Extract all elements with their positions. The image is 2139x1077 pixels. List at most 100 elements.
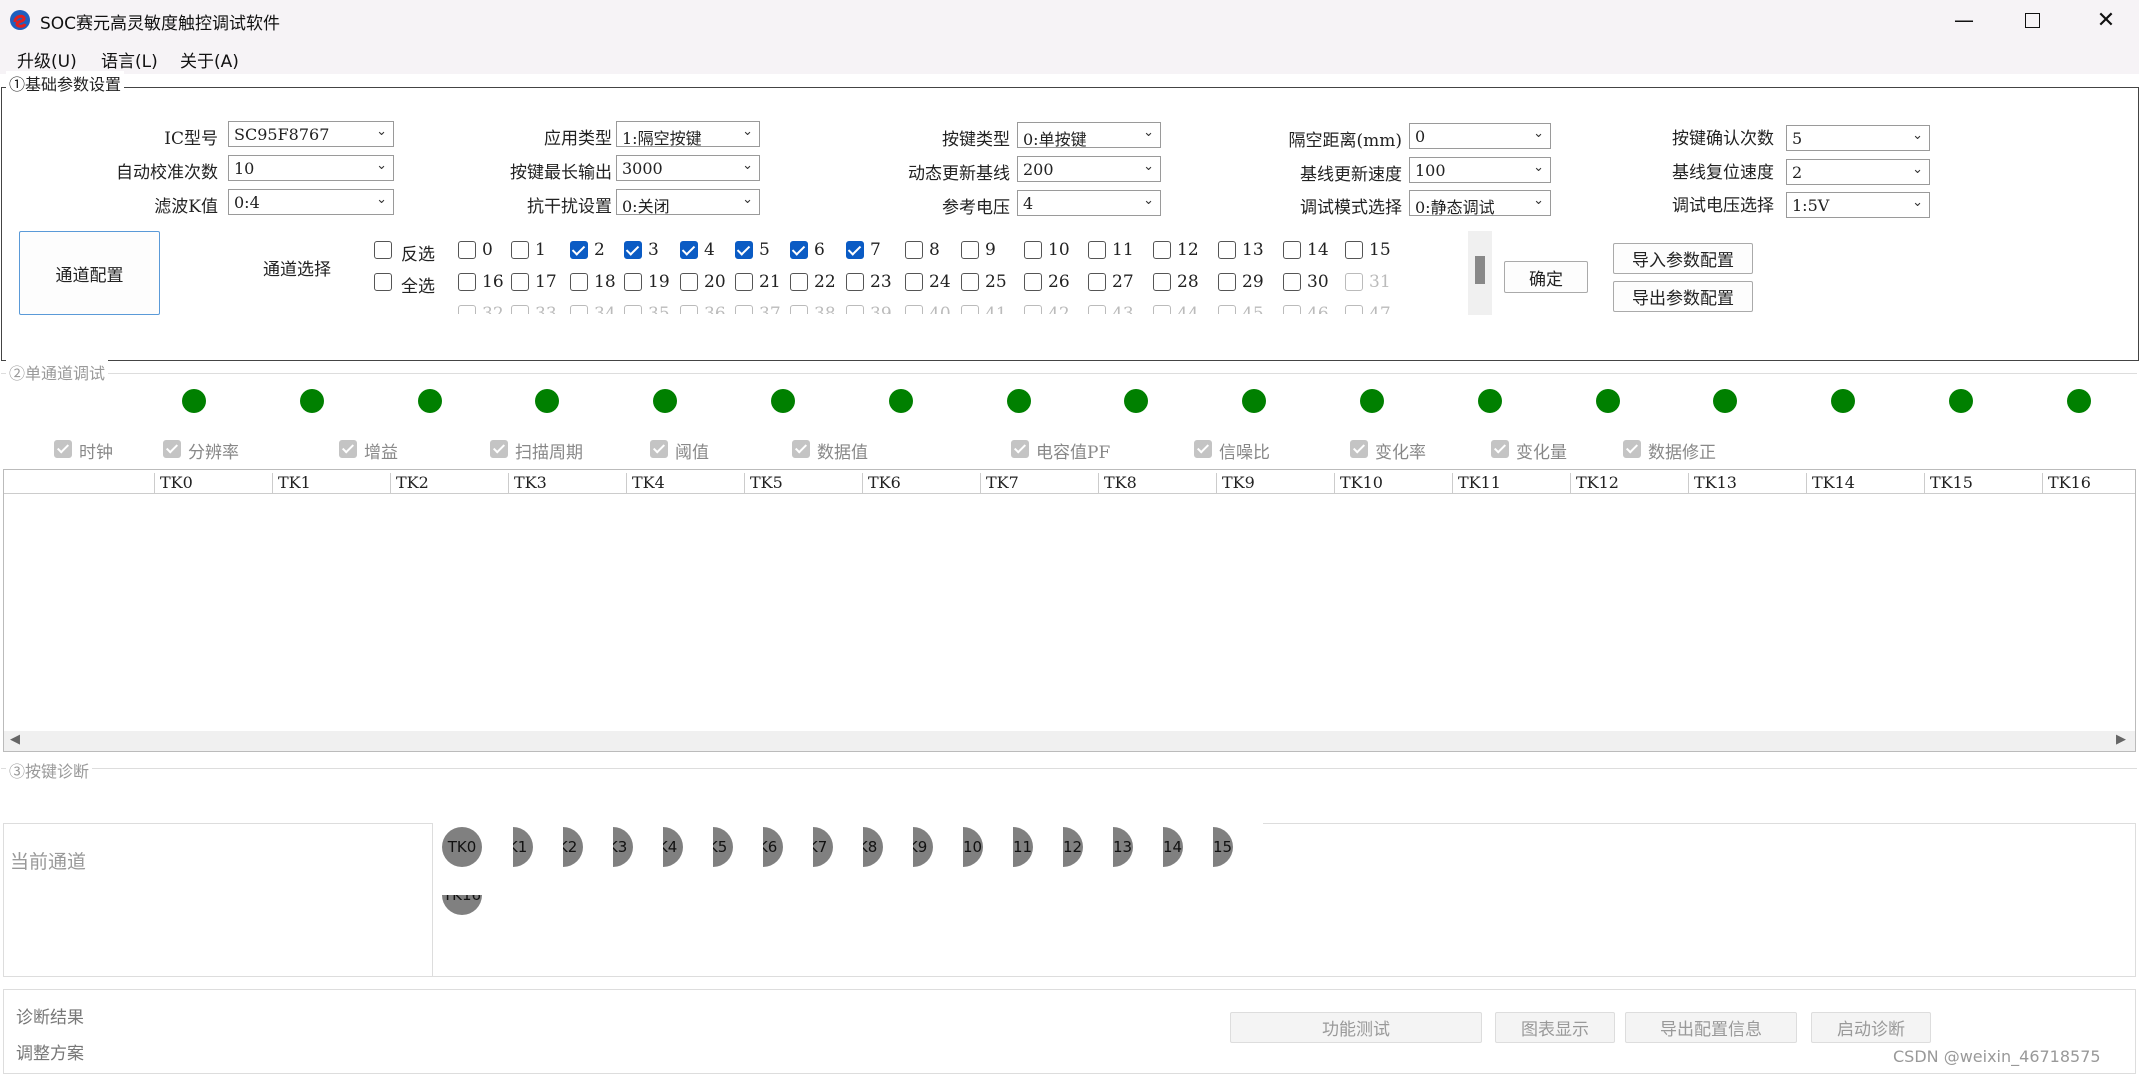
channel-checkbox[interactable] <box>735 241 753 259</box>
baseline-reset-select[interactable]: 2 ⌄ <box>1786 159 1930 185</box>
minimize-button[interactable]: — <box>1931 0 1997 40</box>
dynamic-baseline-select[interactable]: 200 ⌄ <box>1017 156 1161 182</box>
channel-checkbox[interactable] <box>680 241 698 259</box>
channel-checkbox[interactable] <box>1218 241 1236 259</box>
distance-select[interactable]: 0 ⌄ <box>1409 123 1551 149</box>
channel-checkbox[interactable] <box>458 241 476 259</box>
channel-scrollbar[interactable] <box>1468 231 1492 315</box>
channel-checkbox[interactable] <box>846 273 864 291</box>
channel-checkbox[interactable] <box>1024 273 1042 291</box>
menu-about[interactable]: 关于(A) <box>180 47 239 72</box>
column-header[interactable]: TK12 <box>1570 473 1688 493</box>
column-header[interactable]: TK1 <box>272 473 390 493</box>
invert-checkbox[interactable] <box>374 241 392 259</box>
channel-checkbox[interactable] <box>624 305 642 314</box>
key-type-select[interactable]: 0:单按键 ⌄ <box>1017 122 1161 148</box>
menu-language[interactable]: 语言(L) <box>101 47 158 72</box>
column-header[interactable]: TK15 <box>1924 473 2042 493</box>
channel-checkbox[interactable] <box>1283 241 1301 259</box>
select-all-checkbox[interactable] <box>374 273 392 291</box>
channel-checkbox[interactable] <box>790 305 808 314</box>
channel-checkbox[interactable] <box>1283 273 1301 291</box>
channel-checkbox[interactable] <box>624 241 642 259</box>
channel-checkbox[interactable] <box>961 305 979 314</box>
channel-checkbox[interactable] <box>458 273 476 291</box>
channel-checkbox[interactable] <box>1345 241 1363 259</box>
option-checkbox[interactable] <box>490 440 508 458</box>
ic-model-select[interactable]: SC95F8767 ⌄ <box>228 121 394 147</box>
column-header[interactable]: TK16 <box>2042 473 2139 493</box>
column-header[interactable]: TK11 <box>1452 473 1570 493</box>
channel-checkbox[interactable] <box>961 241 979 259</box>
channel-checkbox[interactable] <box>1088 305 1106 314</box>
option-checkbox[interactable] <box>650 440 668 458</box>
channel-checkbox[interactable] <box>1283 305 1301 314</box>
channel-checkbox[interactable] <box>735 305 753 314</box>
column-header[interactable]: TK13 <box>1688 473 1806 493</box>
option-checkbox[interactable] <box>1623 440 1641 458</box>
filter-k-select[interactable]: 0:4 ⌄ <box>228 189 394 215</box>
channel-checkbox[interactable] <box>570 273 588 291</box>
column-header[interactable]: TK4 <box>626 473 744 493</box>
option-checkbox[interactable] <box>792 440 810 458</box>
channel-checkbox[interactable] <box>458 305 476 314</box>
anti-interference-select[interactable]: 0:关闭 ⌄ <box>616 189 760 215</box>
confirm-button[interactable]: 确定 <box>1504 261 1588 293</box>
channel-checkbox[interactable] <box>1345 273 1363 291</box>
channel-checkbox[interactable] <box>1153 273 1171 291</box>
column-header[interactable]: TK3 <box>508 473 626 493</box>
ref-voltage-select[interactable]: 4 ⌄ <box>1017 190 1161 216</box>
channel-checkbox[interactable] <box>1024 305 1042 314</box>
channel-checkbox[interactable] <box>961 273 979 291</box>
channel-checkbox[interactable] <box>790 273 808 291</box>
import-config-button[interactable]: 导入参数配置 <box>1613 243 1753 274</box>
channel-checkbox[interactable] <box>1024 241 1042 259</box>
column-header[interactable]: TK0 <box>154 473 272 493</box>
channel-checkbox[interactable] <box>511 305 529 314</box>
channel-checkbox[interactable] <box>1088 241 1106 259</box>
auto-calib-select[interactable]: 10 ⌄ <box>228 155 394 181</box>
channel-checkbox[interactable] <box>680 273 698 291</box>
channel-checkbox[interactable] <box>1153 305 1171 314</box>
channel-checkbox[interactable] <box>846 305 864 314</box>
channel-config-button[interactable]: 通道配置 <box>19 231 160 315</box>
option-checkbox[interactable] <box>163 440 181 458</box>
option-checkbox[interactable] <box>54 440 72 458</box>
column-header[interactable]: TK10 <box>1334 473 1452 493</box>
maximize-button[interactable] <box>1999 0 2065 40</box>
max-output-select[interactable]: 3000 ⌄ <box>616 155 760 181</box>
app-type-select[interactable]: 1:隔空按键 ⌄ <box>616 121 760 147</box>
menu-upgrade[interactable]: 升级(U) <box>17 47 77 72</box>
scroll-left-icon[interactable]: ◀ <box>10 732 20 747</box>
debug-mode-select[interactable]: 0:静态调试 ⌄ <box>1409 190 1551 216</box>
column-header[interactable]: TK8 <box>1098 473 1216 493</box>
option-checkbox[interactable] <box>1194 440 1212 458</box>
column-header[interactable]: TK14 <box>1806 473 1924 493</box>
channel-checkbox[interactable] <box>511 241 529 259</box>
channel-checkbox[interactable] <box>570 305 588 314</box>
channel-checkbox[interactable] <box>905 273 923 291</box>
channel-checkbox[interactable] <box>624 273 642 291</box>
debug-voltage-select[interactable]: 1:5V ⌄ <box>1786 192 1930 218</box>
channel-checkbox[interactable] <box>1218 305 1236 314</box>
channel-checkbox[interactable] <box>905 241 923 259</box>
column-header[interactable]: TK5 <box>744 473 862 493</box>
export-info-button[interactable]: 导出配置信息 <box>1625 1012 1797 1043</box>
key-confirm-select[interactable]: 5 ⌄ <box>1786 125 1930 151</box>
function-test-button[interactable]: 功能测试 <box>1230 1012 1482 1043</box>
scroll-right-icon[interactable]: ▶ <box>2116 732 2126 747</box>
table-hscrollbar[interactable]: ◀ ▶ <box>4 731 2135 751</box>
start-diag-button[interactable]: 启动诊断 <box>1811 1012 1931 1043</box>
column-header[interactable]: TK2 <box>390 473 508 493</box>
channel-checkbox[interactable] <box>511 273 529 291</box>
channel-checkbox[interactable] <box>735 273 753 291</box>
column-header[interactable]: TK7 <box>980 473 1098 493</box>
channel-checkbox[interactable] <box>1345 305 1363 314</box>
close-button[interactable]: ✕ <box>2073 0 2139 40</box>
channel-checkbox[interactable] <box>846 241 864 259</box>
column-header[interactable]: TK6 <box>862 473 980 493</box>
baseline-speed-select[interactable]: 100 ⌄ <box>1409 157 1551 183</box>
channel-checkbox[interactable] <box>1153 241 1171 259</box>
channel-checkbox[interactable] <box>905 305 923 314</box>
channel-checkbox[interactable] <box>1088 273 1106 291</box>
